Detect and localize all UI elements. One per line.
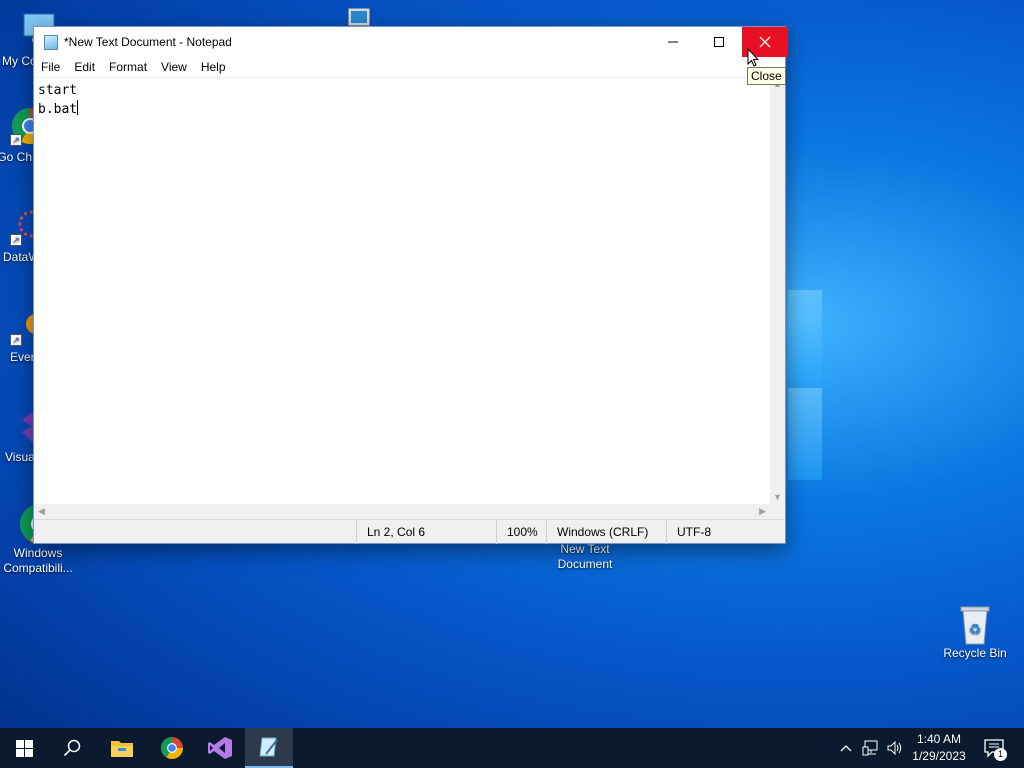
taskbar-file-explorer[interactable] (98, 728, 146, 768)
menu-help[interactable]: Help (194, 57, 233, 77)
notepad-icon (44, 35, 58, 50)
minimize-icon (668, 41, 678, 43)
text-caret (77, 100, 79, 115)
start-button[interactable] (0, 728, 48, 768)
visual-studio-icon (208, 737, 232, 759)
scrollbar-corner (770, 504, 785, 519)
clock-time: 1:40 AM (916, 732, 962, 746)
taskbar-chrome[interactable] (148, 728, 196, 768)
action-center-button[interactable]: 1 (980, 728, 1010, 768)
text-line-2: b.bat (38, 100, 766, 119)
notepad-window[interactable]: *New Text Document - Notepad File Edit F… (33, 26, 788, 544)
maximize-icon (714, 37, 724, 47)
menu-file[interactable]: File (34, 57, 67, 77)
menu-bar: File Edit Format View Help (34, 57, 785, 77)
chevron-up-icon (840, 745, 852, 752)
chrome-icon (161, 737, 183, 759)
menu-view[interactable]: View (154, 57, 194, 77)
menu-edit[interactable]: Edit (67, 57, 102, 77)
taskbar-notepad[interactable] (245, 728, 293, 768)
status-encoding: UTF-8 (666, 520, 770, 544)
svg-text:♻: ♻ (969, 621, 982, 637)
text-line-1: start (38, 83, 78, 98)
vertical-scrollbar[interactable]: ▲ ▼ (770, 77, 785, 504)
close-tooltip: Close (747, 67, 786, 85)
minimize-button[interactable] (650, 27, 696, 57)
taskbar-clock[interactable]: 1:40 AM 1/29/2023 (905, 731, 973, 765)
taskbar: 1:40 AM 1/29/2023 1 (0, 728, 1024, 768)
tray-show-hidden-button[interactable] (836, 728, 856, 768)
scroll-right-icon[interactable]: ▶ (759, 506, 766, 517)
status-cursor-position: Ln 2, Col 6 (356, 520, 496, 544)
clock-date: 1/29/2023 (912, 749, 966, 763)
recycle-bin-icon: ♻ (955, 602, 995, 645)
desktop-icon-label: Windows Compatibili... (3, 546, 73, 575)
shortcut-arrow-icon: ↗ (10, 134, 22, 146)
notification-count-badge: 1 (994, 748, 1007, 761)
scroll-left-icon[interactable]: ◀ (38, 506, 45, 517)
shortcut-arrow-icon: ↗ (10, 334, 22, 346)
search-button[interactable] (48, 728, 96, 768)
window-title: *New Text Document - Notepad (64, 35, 232, 49)
desktop-icon-label: Recycle Bin (943, 646, 1007, 660)
taskbar-visual-studio[interactable] (196, 728, 244, 768)
desktop-icon-label: New Text Document (557, 542, 613, 571)
start-icon (15, 739, 33, 757)
notepad-icon (259, 737, 278, 757)
desktop-icon-recycle-bin[interactable]: ♻ Recycle Bin (937, 602, 1013, 661)
horizontal-scrollbar[interactable]: ◀ ▶ (34, 504, 770, 519)
shortcut-arrow-icon: ↗ (10, 234, 22, 246)
text-editor[interactable]: start b.bat (34, 77, 770, 504)
file-explorer-icon (111, 741, 133, 757)
network-icon (862, 740, 878, 756)
volume-icon (887, 740, 902, 756)
wallpaper-windows-logo (760, 280, 960, 500)
menu-format[interactable]: Format (102, 57, 154, 77)
tray-network-button[interactable] (860, 728, 882, 768)
desktop-icon-partial[interactable] (346, 7, 372, 28)
status-line-ending: Windows (CRLF) (546, 520, 666, 544)
title-bar[interactable]: *New Text Document - Notepad (34, 27, 788, 57)
close-icon (759, 36, 771, 48)
status-zoom: 100% (496, 520, 546, 544)
text-line-2-content: b.bat (38, 102, 78, 117)
scroll-down-icon[interactable]: ▼ (773, 492, 782, 502)
status-bar: Ln 2, Col 6 100% Windows (CRLF) UTF-8 (34, 519, 785, 544)
maximize-button[interactable] (696, 27, 742, 57)
tray-volume-button[interactable] (884, 728, 906, 768)
search-icon (63, 739, 81, 757)
